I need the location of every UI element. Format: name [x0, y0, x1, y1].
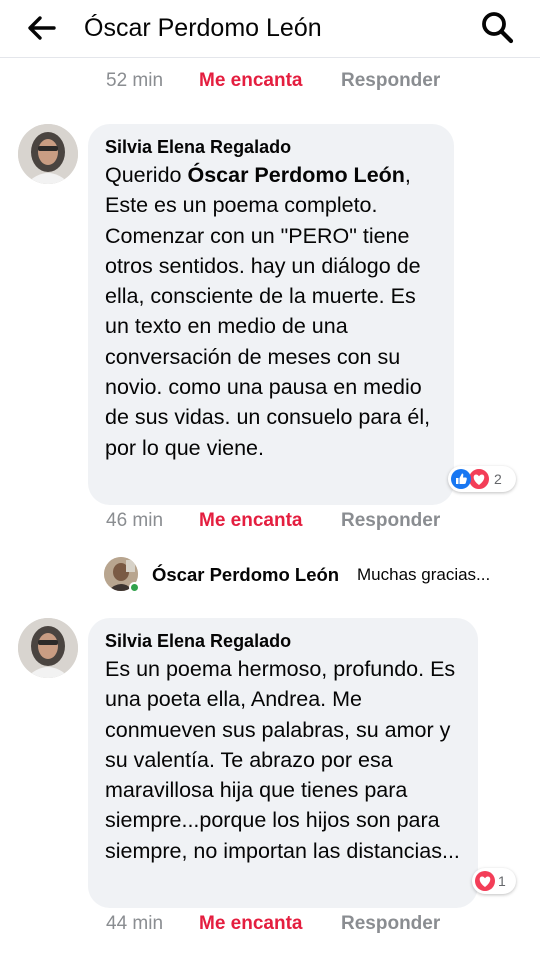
reaction-summary[interactable]: 2: [448, 466, 516, 492]
comment-text-part: , Este es un poema completo. Comenzar co…: [105, 163, 431, 460]
comment-actions: 52 min Me encanta Responder: [106, 68, 526, 94]
reaction-count: 1: [498, 873, 506, 889]
reaction-summary[interactable]: 1: [472, 868, 516, 894]
comment-text: Es un poema hermoso, profundo. Es una po…: [105, 657, 460, 863]
comment-timestamp: 44 min: [106, 913, 164, 934]
reply-preview[interactable]: Óscar Perdomo León Muchas gracias...: [104, 557, 524, 593]
back-button[interactable]: [26, 12, 58, 44]
comment-author[interactable]: Silvia Elena Regalado: [105, 630, 462, 652]
comment-author[interactable]: Silvia Elena Regalado: [105, 136, 438, 158]
comment-bubble: Silvia Elena Regalado Es un poema hermos…: [88, 618, 478, 908]
comment-actions: 44 min Me encanta Responder: [106, 911, 526, 937]
reply-button[interactable]: Responder: [341, 68, 440, 94]
reply-button[interactable]: Responder: [341, 911, 440, 937]
reply-author[interactable]: Óscar Perdomo León: [152, 564, 339, 586]
comment-bubble: Silvia Elena Regalado Querido Óscar Perd…: [88, 124, 454, 505]
comment-actions: 46 min Me encanta Responder: [106, 508, 526, 534]
search-button[interactable]: [480, 10, 516, 46]
avatar-photo: [18, 618, 78, 678]
page-title: Óscar Perdomo León: [84, 14, 322, 42]
comment-timestamp: 52 min: [106, 70, 164, 91]
reaction-count: 2: [494, 471, 502, 487]
reply-button[interactable]: Responder: [341, 508, 440, 534]
avatar-photo: [18, 124, 78, 184]
comment-text-part: Querido: [105, 163, 188, 187]
love-icon: [475, 871, 495, 891]
comment-timestamp: 46 min: [106, 510, 164, 531]
top-bar: Óscar Perdomo León: [0, 0, 540, 58]
mention-link[interactable]: Óscar Perdomo León: [187, 163, 404, 187]
like-icon: [451, 469, 471, 489]
love-reaction-button[interactable]: Me encanta: [199, 911, 302, 937]
search-icon: [482, 12, 514, 44]
avatar[interactable]: [18, 124, 78, 184]
online-status-dot: [129, 582, 140, 593]
reply-snippet[interactable]: Muchas gracias...: [357, 565, 490, 585]
love-reaction-button[interactable]: Me encanta: [199, 68, 302, 94]
comment-text: Querido Óscar Perdomo León, Este es un p…: [105, 160, 438, 463]
avatar[interactable]: [18, 618, 78, 678]
love-reaction-button[interactable]: Me encanta: [199, 508, 302, 534]
arrow-left-icon: [28, 16, 56, 40]
